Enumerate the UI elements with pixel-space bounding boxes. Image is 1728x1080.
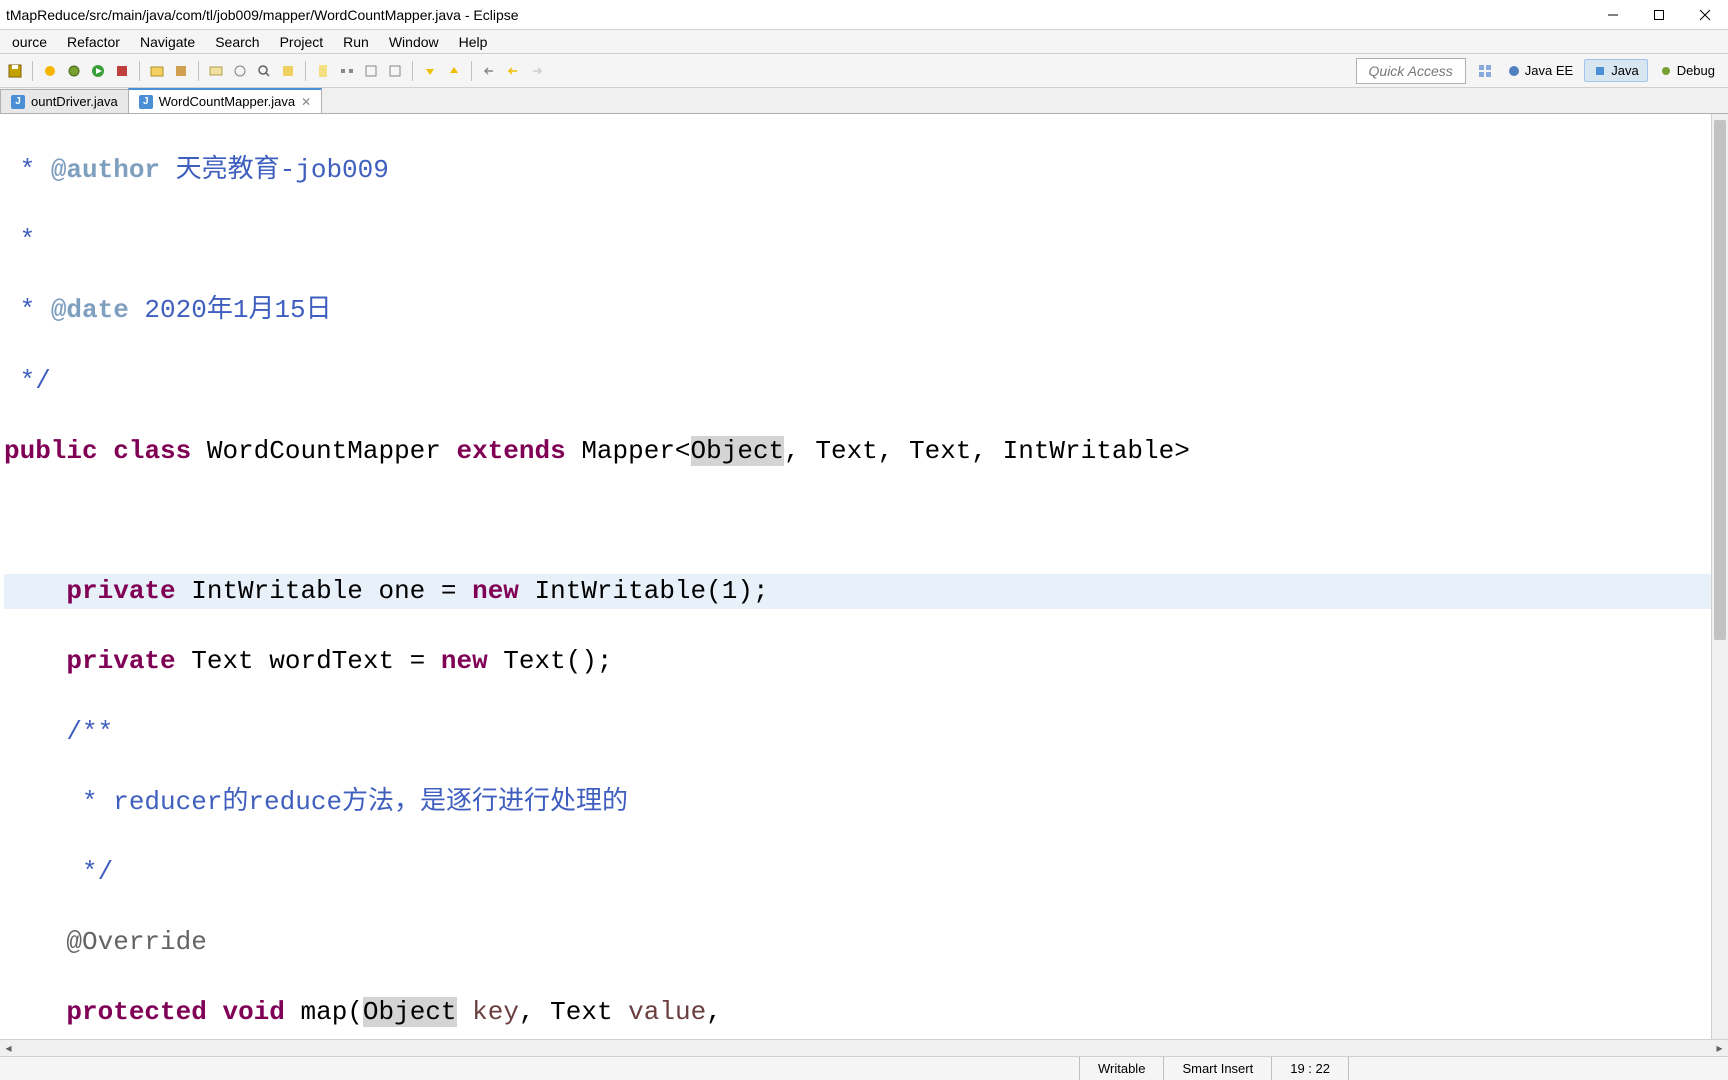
horizontal-scrollbar[interactable]: ◂ ▸ [0, 1039, 1728, 1056]
main-toolbar: Quick Access Java EE Java Debug [0, 54, 1728, 88]
perspective-label: Java [1611, 63, 1638, 78]
new-package-button[interactable] [170, 60, 192, 82]
perspective-java[interactable]: Java [1584, 59, 1647, 82]
save-button[interactable] [4, 60, 26, 82]
menu-navigate[interactable]: Navigate [130, 31, 205, 53]
status-empty [1348, 1057, 1728, 1080]
status-bar: Writable Smart Insert 19 : 22 [0, 1056, 1728, 1080]
perspective-debug[interactable]: Debug [1650, 59, 1724, 82]
code-editor[interactable]: * @author 天亮教育-job009 * * @date 2020年1月1… [0, 114, 1711, 1039]
menu-search[interactable]: Search [205, 31, 269, 53]
run-button[interactable] [87, 60, 109, 82]
window-titlebar: tMapReduce/src/main/java/com/tl/job009/m… [0, 0, 1728, 30]
status-cursor-position: 19 : 22 [1271, 1057, 1348, 1080]
prev-annotation-button[interactable] [443, 60, 465, 82]
menu-refactor[interactable]: Refactor [57, 31, 130, 53]
toolbar-separator [471, 61, 472, 81]
scrollbar-thumb[interactable] [1714, 120, 1726, 640]
java-file-icon: J [11, 95, 25, 109]
toggle-block-button[interactable] [360, 60, 382, 82]
bug-icon [1659, 64, 1673, 78]
open-type-button[interactable] [205, 60, 227, 82]
quick-access-input[interactable]: Quick Access [1356, 58, 1466, 84]
show-whitespace-button[interactable] [384, 60, 406, 82]
last-edit-button[interactable] [478, 60, 500, 82]
menu-run[interactable]: Run [333, 31, 379, 53]
window-minimize-button[interactable] [1590, 0, 1636, 30]
vertical-scrollbar[interactable] [1711, 114, 1728, 1039]
annotation-button[interactable] [277, 60, 299, 82]
debug-button[interactable] [63, 60, 85, 82]
editor-tab-bar: J ountDriver.java J WordCountMapper.java… [0, 88, 1728, 114]
menu-window[interactable]: Window [379, 31, 449, 53]
next-annotation-button[interactable] [419, 60, 441, 82]
toolbar-separator [412, 61, 413, 81]
perspective-label: Debug [1677, 63, 1715, 78]
java-icon [1593, 64, 1607, 78]
java-file-icon: J [139, 95, 153, 109]
window-restore-button[interactable] [1636, 0, 1682, 30]
forward-button[interactable] [526, 60, 548, 82]
tab-label: ountDriver.java [31, 94, 118, 109]
toggle-breadcrumb-button[interactable] [336, 60, 358, 82]
toolbar-separator [32, 61, 33, 81]
status-writable: Writable [1079, 1057, 1163, 1080]
new-java-project-button[interactable] [146, 60, 168, 82]
toolbar-separator [305, 61, 306, 81]
editor-area: * @author 天亮教育-job009 * * @date 2020年1月1… [0, 114, 1728, 1039]
toggle-mark-button[interactable] [312, 60, 334, 82]
menu-bar: ource Refactor Navigate Search Project R… [0, 30, 1728, 54]
status-insert-mode: Smart Insert [1163, 1057, 1271, 1080]
window-close-button[interactable] [1682, 0, 1728, 30]
menu-project[interactable]: Project [270, 31, 334, 53]
back-button[interactable] [502, 60, 524, 82]
perspective-label: Java EE [1525, 63, 1573, 78]
editor-tab-active[interactable]: J WordCountMapper.java ✕ [128, 88, 322, 113]
open-task-button[interactable] [229, 60, 251, 82]
toolbar-separator [139, 61, 140, 81]
toolbar-separator [198, 61, 199, 81]
external-tools-button[interactable] [111, 60, 133, 82]
perspective-java-ee[interactable]: Java EE [1498, 59, 1582, 82]
menu-help[interactable]: Help [449, 31, 498, 53]
scroll-left-button[interactable]: ◂ [0, 1040, 17, 1057]
close-tab-button[interactable]: ✕ [301, 95, 311, 109]
menu-source[interactable]: ource [2, 31, 57, 53]
scroll-right-button[interactable]: ▸ [1711, 1040, 1728, 1057]
globe-icon [1507, 64, 1521, 78]
tab-label: WordCountMapper.java [159, 94, 295, 109]
new-wizard-button[interactable] [39, 60, 61, 82]
open-perspective-button[interactable] [1474, 60, 1496, 82]
window-title: tMapReduce/src/main/java/com/tl/job009/m… [6, 7, 1590, 23]
editor-tab[interactable]: J ountDriver.java [0, 89, 129, 113]
search-button[interactable] [253, 60, 275, 82]
